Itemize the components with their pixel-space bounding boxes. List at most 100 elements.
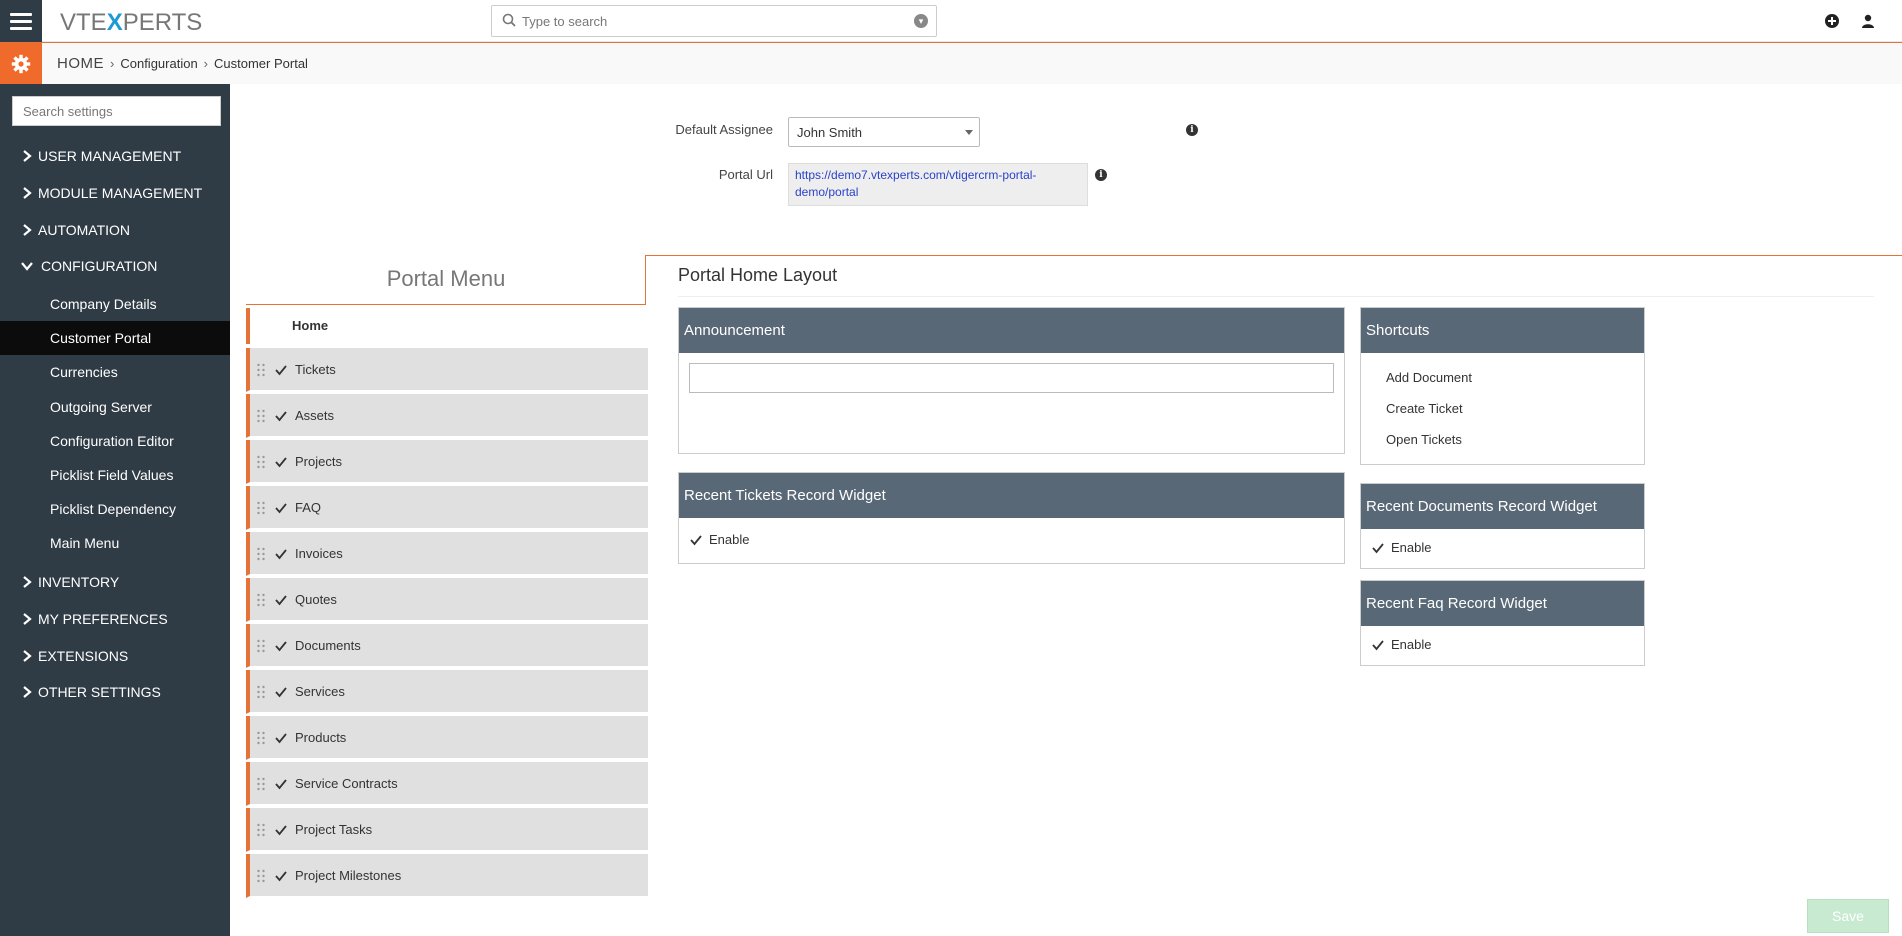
portal-url-value[interactable]: https://demo7.vtexperts.com/vtigercrm-po… <box>788 163 1088 206</box>
checkmark-icon[interactable] <box>1371 541 1385 555</box>
sidebar-section-configuration[interactable]: CONFIGURATION <box>0 248 230 284</box>
chevron-right-icon <box>23 576 32 588</box>
portal-menu-item[interactable]: Quotes <box>246 578 648 622</box>
portal-menu-item[interactable]: Services <box>246 670 648 714</box>
portal-menu-item[interactable]: Documents <box>246 624 648 668</box>
drag-handle-icon[interactable] <box>256 409 266 423</box>
hamburger-icon-line <box>10 12 32 16</box>
sidebar-section-other-settings[interactable]: OTHER SETTINGS <box>0 674 230 710</box>
settings-search <box>12 96 221 126</box>
enable-row[interactable]: Enable <box>1371 540 1431 555</box>
chevron-right-icon <box>23 613 32 625</box>
recent-faq-widget: Recent Faq Record Widget Enable <box>1360 580 1645 666</box>
portal-menu-item-label: Assets <box>295 408 335 423</box>
checkmark-icon[interactable] <box>274 363 288 377</box>
portal-menu-item[interactable]: Project Milestones <box>246 854 648 898</box>
drag-handle-icon[interactable] <box>256 593 266 607</box>
portal-menu-item-home[interactable]: Home <box>246 308 648 344</box>
sidebar-item-picklist-field-values[interactable]: Picklist Field Values <box>0 458 230 492</box>
sidebar-item-currencies[interactable]: Currencies <box>0 355 230 389</box>
breadcrumb-configuration[interactable]: Configuration <box>120 56 197 71</box>
chevron-right-icon <box>23 150 32 162</box>
enable-row[interactable]: Enable <box>689 532 749 547</box>
portal-menu-item-label: Service Contracts <box>295 776 398 791</box>
chevron-right-icon <box>23 187 32 199</box>
info-icon[interactable]: i <box>1095 169 1107 181</box>
sidebar-section-my-preferences[interactable]: MY PREFERENCES <box>0 601 230 637</box>
info-icon[interactable]: i <box>1186 124 1198 136</box>
drag-handle-icon[interactable] <box>256 685 266 699</box>
checkmark-icon[interactable] <box>274 501 288 515</box>
portal-menu-item-label: Project Milestones <box>295 868 402 883</box>
chevron-right-icon: › <box>110 56 115 71</box>
settings-button[interactable] <box>0 43 42 85</box>
checkmark-icon[interactable] <box>1371 638 1385 652</box>
settings-sidebar: USER MANAGEMENT MODULE MANAGEMENT AUTOMA… <box>0 84 230 936</box>
checkmark-icon[interactable] <box>689 533 703 547</box>
checkmark-icon[interactable] <box>274 869 288 883</box>
default-assignee-select[interactable]: John Smith <box>788 117 980 147</box>
widget-header: Shortcuts <box>1361 308 1644 353</box>
top-actions <box>1824 0 1902 42</box>
breadcrumb-home[interactable]: HOME <box>57 55 104 72</box>
sidebar-section-inventory[interactable]: INVENTORY <box>0 564 230 600</box>
drag-handle-icon[interactable] <box>256 869 266 883</box>
drag-handle-icon[interactable] <box>256 639 266 653</box>
divider <box>678 296 1874 297</box>
shortcut-open-tickets[interactable]: Open Tickets <box>1386 432 1462 447</box>
add-circle-icon[interactable] <box>1824 13 1840 29</box>
checkmark-icon[interactable] <box>274 639 288 653</box>
chevron-right-icon: › <box>203 56 209 71</box>
sidebar-section-user-management[interactable]: USER MANAGEMENT <box>0 138 230 174</box>
portal-menu-item[interactable]: Projects <box>246 440 648 484</box>
checkmark-icon[interactable] <box>274 823 288 837</box>
portal-menu-item[interactable]: Products <box>246 716 648 760</box>
sidebar-item-main-menu[interactable]: Main Menu <box>0 526 230 560</box>
checkmark-icon[interactable] <box>274 777 288 791</box>
checkmark-icon[interactable] <box>274 593 288 607</box>
hamburger-icon-line <box>10 26 32 30</box>
portal-menu-item[interactable]: Tickets <box>246 348 648 392</box>
portal-menu-item[interactable]: Invoices <box>246 532 648 576</box>
enable-row[interactable]: Enable <box>1371 637 1431 652</box>
drag-handle-icon[interactable] <box>256 501 266 515</box>
drag-handle-icon[interactable] <box>256 363 266 377</box>
drag-handle-icon[interactable] <box>256 777 266 791</box>
widget-header: Recent Documents Record Widget <box>1361 484 1644 529</box>
widget-header: Announcement <box>679 308 1344 353</box>
portal-menu-item[interactable]: Project Tasks <box>246 808 648 852</box>
checkmark-icon[interactable] <box>274 731 288 745</box>
checkmark-icon[interactable] <box>274 409 288 423</box>
checkmark-icon[interactable] <box>274 455 288 469</box>
portal-menu-item[interactable]: Service Contracts <box>246 762 648 806</box>
sidebar-section-module-management[interactable]: MODULE MANAGEMENT <box>0 175 230 211</box>
drag-handle-icon[interactable] <box>256 547 266 561</box>
portal-menu-item[interactable]: FAQ <box>246 486 648 530</box>
announcement-textarea[interactable] <box>689 363 1334 393</box>
drag-handle-icon[interactable] <box>256 731 266 745</box>
default-assignee-label: Default Assignee <box>675 122 773 137</box>
shortcut-create-ticket[interactable]: Create Ticket <box>1386 401 1463 416</box>
user-icon[interactable] <box>1860 13 1876 29</box>
menu-toggle-button[interactable] <box>0 0 42 42</box>
sidebar-item-customer-portal[interactable]: Customer Portal <box>0 321 230 355</box>
save-button[interactable]: Save <box>1807 899 1889 933</box>
settings-search-input[interactable] <box>13 97 220 125</box>
brand-logo[interactable]: VTEXPERTS <box>60 9 202 37</box>
breadcrumb-customer-portal: Customer Portal <box>214 56 308 71</box>
checkmark-icon[interactable] <box>274 547 288 561</box>
checkmark-icon[interactable] <box>274 685 288 699</box>
portal-menu-item[interactable]: Assets <box>246 394 648 438</box>
sidebar-item-company-details[interactable]: Company Details <box>0 287 230 321</box>
portal-menu-item-label: Documents <box>295 638 361 653</box>
drag-handle-icon[interactable] <box>256 455 266 469</box>
global-search-input[interactable] <box>522 11 892 31</box>
sidebar-item-picklist-dependency[interactable]: Picklist Dependency <box>0 492 230 526</box>
sidebar-section-automation[interactable]: AUTOMATION <box>0 212 230 248</box>
shortcut-add-document[interactable]: Add Document <box>1386 370 1472 385</box>
sidebar-item-outgoing-server[interactable]: Outgoing Server <box>0 390 230 424</box>
search-options-chevron-icon[interactable]: ▾ <box>914 14 928 28</box>
sidebar-section-extensions[interactable]: EXTENSIONS <box>0 638 230 674</box>
drag-handle-icon[interactable] <box>256 823 266 837</box>
sidebar-item-configuration-editor[interactable]: Configuration Editor <box>0 424 230 458</box>
